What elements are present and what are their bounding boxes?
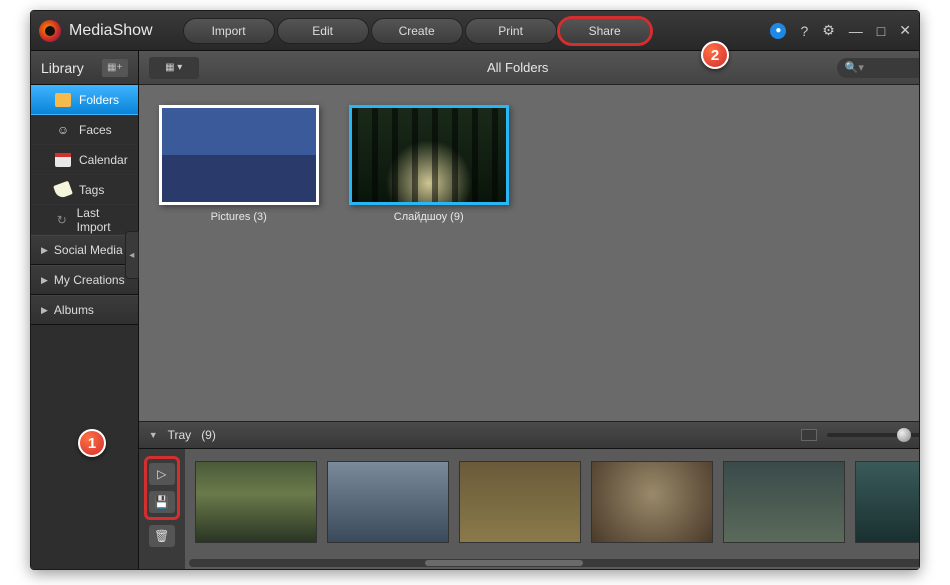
view-mode-button[interactable]: ▦ ▾ [149,57,199,79]
app-window: 1 2 MediaShow Import Edit Create Print S… [30,10,920,570]
folder-thumb-slideshow[interactable]: Слайдшоу (9) [349,105,509,223]
chevron-right-icon: ▶ [41,305,48,316]
window-controls: ● ? ⚙ — □ ✕ [770,22,911,39]
search-input[interactable]: 🔍▾ ⓧ [837,58,919,78]
close-icon[interactable]: ✕ [899,22,911,39]
sidebar-header: Library ▦+ [31,51,138,85]
sidebar-item-faces[interactable]: ☺ Faces [31,115,138,145]
delete-button[interactable]: 🗑 [149,525,175,547]
save-button[interactable]: 💾 [149,491,175,513]
notification-icon[interactable]: ● [770,23,786,39]
chevron-right-icon: ▶ [41,245,48,256]
folder-thumb-pictures[interactable]: Pictures (3) [159,105,319,223]
calendar-icon [55,153,71,167]
last-import-icon: ↻ [55,213,69,227]
main-tabs: Import Edit Create Print Share [183,18,763,44]
titlebar: MediaShow Import Edit Create Print Share… [31,11,919,51]
tab-edit[interactable]: Edit [277,18,369,44]
sidebar-item-label: Tags [79,183,104,197]
tray-item[interactable] [459,461,581,543]
add-library-icon[interactable]: ▦+ [102,59,128,77]
sidebar-cat-creations[interactable]: ▶ My Creations [31,265,138,295]
settings-icon[interactable]: ⚙ [822,22,835,39]
content-toolbar: ▦ ▾ All Folders 🔍▾ ⓧ [139,51,919,85]
chevron-right-icon: ▶ [41,275,48,286]
sidebar-item-tags[interactable]: Tags [31,175,138,205]
tray-strip[interactable] [185,449,919,569]
sidebar-item-label: Calendar [79,153,128,167]
tray-tools: ▷ 💾 🗑 [139,449,185,569]
main-area: ◂ ▦ ▾ All Folders 🔍▾ ⓧ Pictures (3) Слай… [139,51,919,569]
sidebar: Library ▦+ Folders ☺ Faces Calendar Tags… [31,51,139,569]
tag-icon [53,180,73,199]
tray-scrollbar[interactable] [189,559,919,567]
thumbnail-size-slider[interactable] [827,433,919,437]
library-label: Library [41,60,84,76]
chevron-down-icon: ▼ [149,430,158,440]
sidebar-cat-label: Albums [54,303,94,317]
sidebar-cat-label: My Creations [54,273,125,287]
play-button[interactable]: ▷ [149,463,175,485]
tab-import[interactable]: Import [183,18,275,44]
folder-label: Слайдшоу (9) [394,211,464,223]
tray-item[interactable] [591,461,713,543]
sidebar-cat-social[interactable]: ▶ Social Media [31,235,138,265]
minimize-icon[interactable]: — [849,23,863,39]
sidebar-cat-albums[interactable]: ▶ Albums [31,295,138,325]
folder-grid: Pictures (3) Слайдшоу (9) [139,85,919,421]
tab-share[interactable]: Share [559,18,651,44]
tab-print[interactable]: Print [465,18,557,44]
tray-count: (9) [201,428,216,442]
sidebar-item-last-import[interactable]: ↻ Last Import [31,205,138,235]
faces-icon: ☺ [55,123,71,137]
tray-label: Tray [168,428,192,442]
callout-2: 2 [701,41,729,69]
app-body: Library ▦+ Folders ☺ Faces Calendar Tags… [31,51,919,569]
slider-thumb[interactable] [897,428,911,442]
tab-create[interactable]: Create [371,18,463,44]
maximize-icon[interactable]: □ [877,23,885,39]
small-view-icon[interactable] [801,429,817,441]
callout-1: 1 [78,429,106,457]
sidebar-item-label: Folders [79,93,119,107]
folder-label: Pictures (3) [211,211,267,223]
tray-item[interactable] [855,461,919,543]
app-title: MediaShow [69,22,153,40]
folder-thumbnail [349,105,509,205]
collapse-sidebar-handle[interactable]: ◂ [125,231,139,279]
media-tray: ▷ 💾 🗑 [139,449,919,569]
sidebar-item-label: Faces [79,123,112,137]
tray-item[interactable] [327,461,449,543]
tray-header[interactable]: ▼ Tray (9) [139,421,919,449]
folder-icon [55,93,71,107]
highlighted-tools: ▷ 💾 [147,459,177,517]
sidebar-item-calendar[interactable]: Calendar [31,145,138,175]
sidebar-item-folders[interactable]: Folders [31,85,138,115]
content-title: All Folders [211,60,825,75]
sidebar-item-label: Last Import [77,206,128,234]
tray-item[interactable] [195,461,317,543]
sidebar-cat-label: Social Media [54,243,123,257]
help-icon[interactable]: ? [800,23,808,39]
tray-item[interactable] [723,461,845,543]
search-icon: 🔍▾ [845,61,864,74]
folder-thumbnail [159,105,319,205]
app-logo-icon [39,20,61,42]
